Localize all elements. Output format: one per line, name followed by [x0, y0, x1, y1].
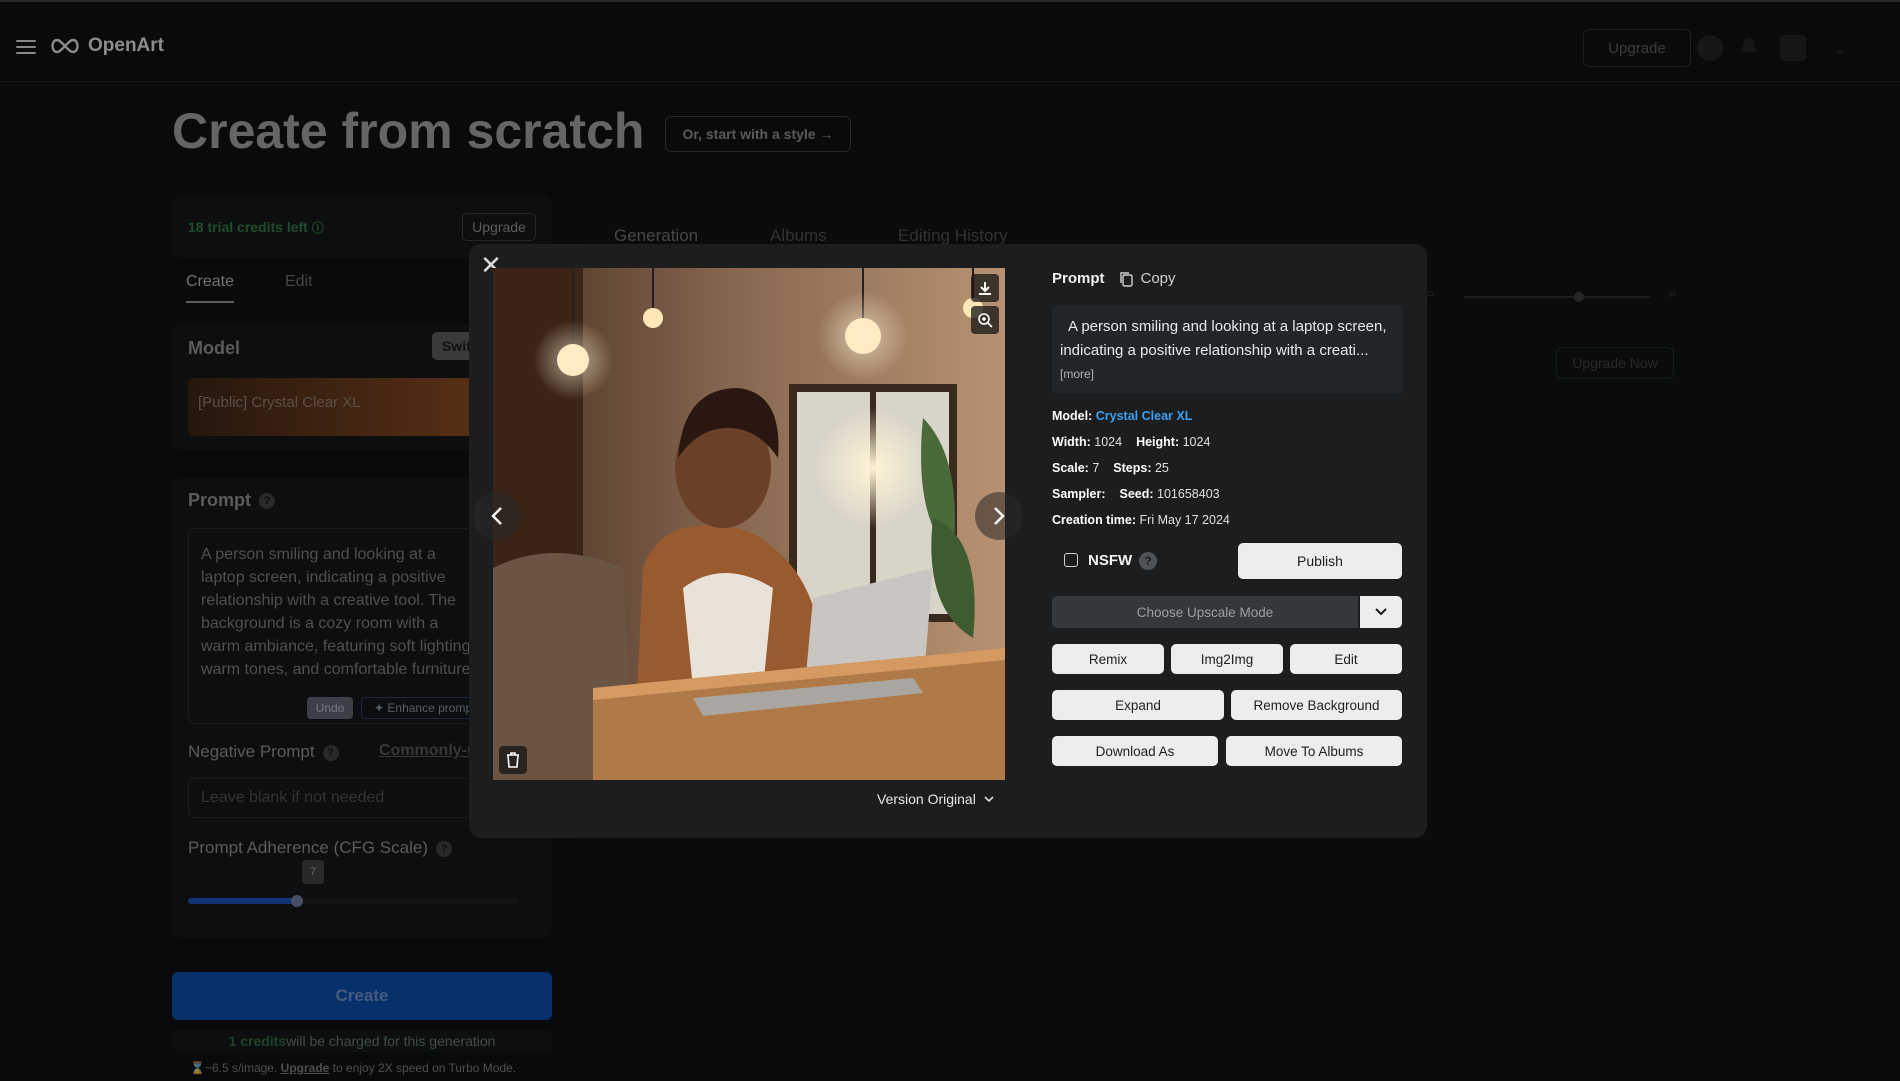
chevron-down-icon: [984, 796, 994, 802]
chevron-down-icon: [1375, 608, 1387, 616]
expand-button[interactable]: Expand: [1052, 690, 1224, 720]
nsfw-label: NSFW: [1088, 552, 1133, 569]
copy-icon: [1119, 271, 1133, 287]
upscale-dropdown-toggle[interactable]: [1360, 596, 1402, 628]
photo-illustration: [493, 268, 1005, 780]
remix-button[interactable]: Remix: [1052, 644, 1164, 674]
next-image-arrow[interactable]: [975, 492, 1023, 540]
trash-icon[interactable]: [499, 746, 527, 774]
chevron-right-icon: [994, 507, 1005, 525]
download-icon[interactable]: [971, 274, 999, 302]
version-selector[interactable]: Version Original: [877, 791, 994, 807]
publish-button[interactable]: Publish: [1238, 543, 1402, 579]
download-as-button[interactable]: Download As: [1052, 736, 1218, 766]
chevron-left-icon: [491, 507, 502, 525]
upscale-mode-select[interactable]: Choose Upscale Mode: [1052, 596, 1358, 628]
remove-background-button[interactable]: Remove Background: [1231, 690, 1402, 720]
generation-metadata: Model: Crystal Clear XL Width: 1024 Heigh…: [1052, 409, 1230, 527]
prompt-header: Prompt Copy: [1052, 270, 1176, 287]
nsfw-checkbox[interactable]: [1064, 553, 1078, 567]
generated-image: [493, 268, 1005, 780]
more-link[interactable]: [more]: [1060, 365, 1394, 383]
img2img-button[interactable]: Img2Img: [1171, 644, 1283, 674]
edit-button[interactable]: Edit: [1290, 644, 1402, 674]
move-to-albums-button[interactable]: Move To Albums: [1226, 736, 1402, 766]
model-link[interactable]: Crystal Clear XL: [1096, 409, 1193, 423]
help-icon[interactable]: ?: [1139, 552, 1157, 570]
zoom-in-icon[interactable]: [971, 306, 999, 334]
copy-prompt-button[interactable]: Copy: [1119, 270, 1176, 287]
image-info-panel: Prompt Copy A person smiling and looking…: [1052, 270, 1402, 533]
prompt-excerpt: A person smiling and looking at a laptop…: [1052, 305, 1402, 393]
previous-image-arrow[interactable]: [473, 492, 521, 540]
